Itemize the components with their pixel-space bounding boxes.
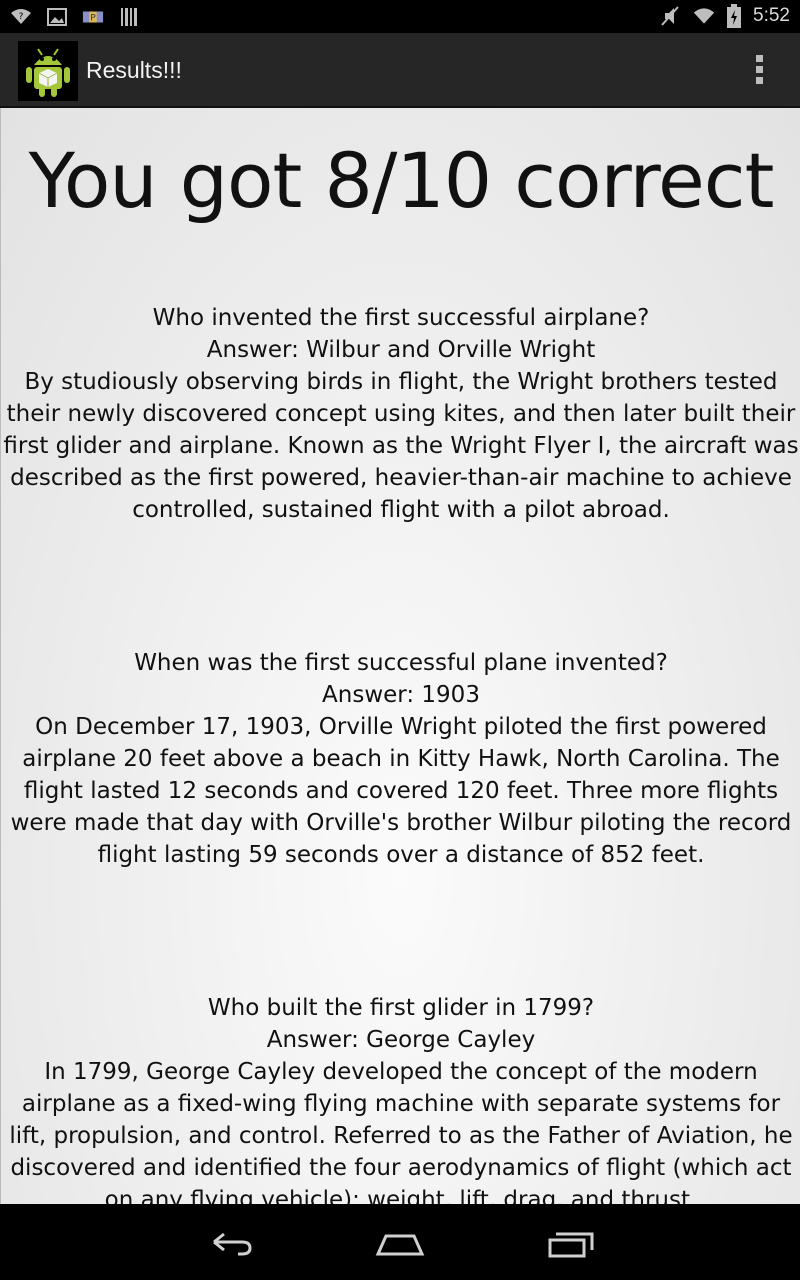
home-icon[interactable] — [370, 1224, 430, 1260]
status-bar: ? P 5:52 — [0, 0, 800, 33]
page-title: Results!!! — [86, 57, 182, 83]
svg-text:P: P — [90, 13, 96, 24]
p-badge-icon: P — [82, 11, 104, 24]
question-result-3: Who built the first glider in 1799? Answ… — [9, 995, 793, 1204]
battery-icon — [727, 4, 742, 28]
wifi-question-icon: ? — [11, 9, 31, 24]
muted-icon — [661, 6, 679, 26]
question-result-2: When was the first successful plane inve… — [10, 650, 792, 868]
android-robot-icon[interactable] — [18, 41, 78, 101]
image-icon — [47, 8, 67, 26]
svg-text:?: ? — [19, 12, 24, 22]
wifi-icon — [693, 8, 715, 24]
action-bar: Results!!! — [0, 33, 800, 108]
recent-apps-icon[interactable] — [540, 1224, 600, 1260]
question-result-1: Who invented the first successful airpla… — [3, 305, 799, 523]
back-icon[interactable] — [200, 1224, 260, 1260]
navigation-bar — [0, 1204, 800, 1280]
overflow-menu-icon[interactable] — [752, 55, 766, 89]
results-scroll-view[interactable]: You got 8/10 correct Who invented the fi… — [0, 108, 800, 1204]
score-heading: You got 8/10 correct — [28, 136, 775, 225]
clock-time: 5:52 — [753, 5, 790, 26]
barcode-icon — [121, 8, 137, 26]
